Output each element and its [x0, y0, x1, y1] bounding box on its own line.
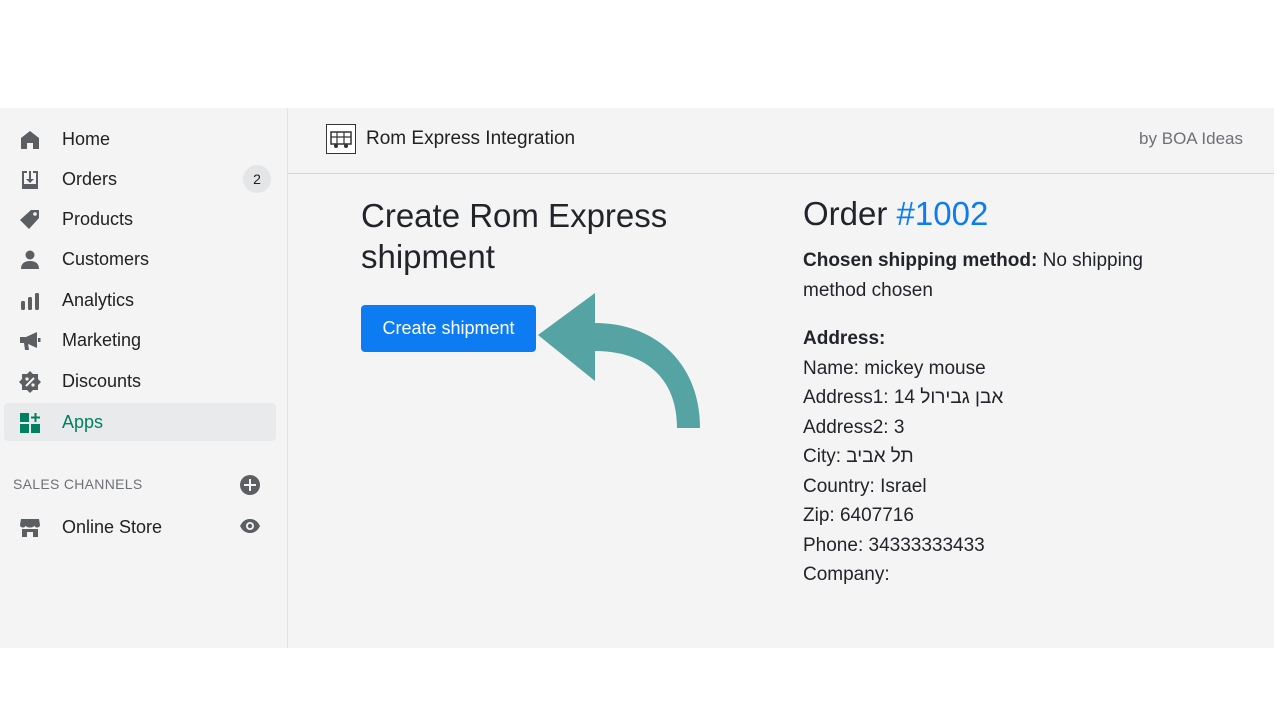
- address-line-address1: Address1: 14 אבן גבירול: [803, 387, 1004, 408]
- orders-icon: [22, 171, 38, 189]
- curved-arrow-icon: [538, 293, 700, 428]
- sidebar-item-online-store[interactable]: Online Store: [4, 508, 276, 546]
- address-line-country: Country: Israel: [803, 475, 927, 497]
- address-title: Address:: [803, 324, 1183, 354]
- tag-icon: [20, 210, 39, 229]
- page-heading: Create Rom Express shipment: [361, 197, 668, 275]
- order-title: Order #1002: [803, 195, 988, 233]
- address-line-zip: Zip: 6407716: [803, 505, 914, 526]
- sidebar-item-label: Marketing: [62, 330, 142, 350]
- create-shipment-button[interactable]: Create shipment: [361, 305, 536, 352]
- bar-chart-icon: [21, 293, 39, 310]
- order-number-link[interactable]: #1002: [897, 195, 989, 232]
- address-line-company: Company:: [803, 564, 890, 585]
- sidebar-item-orders[interactable]: Orders 2: [4, 160, 276, 198]
- sidebar-item-label: Home: [62, 129, 111, 149]
- sidebar-item-label: Apps: [62, 412, 104, 432]
- sidebar-item-discounts[interactable]: Discounts: [4, 362, 276, 400]
- order-details: Chosen shipping method: No shipping meth…: [803, 246, 1183, 590]
- sidebar-item-customers[interactable]: Customers: [4, 240, 276, 278]
- sidebar: Home Orders 2 Products Customers Analyti…: [0, 108, 288, 648]
- app-frame: Home Orders 2 Products Customers Analyti…: [0, 108, 1274, 648]
- address-line-name: Name: mickey mouse: [803, 357, 986, 379]
- address-line-address2: Address2: 3: [803, 416, 905, 438]
- order-prefix: Order: [803, 195, 888, 232]
- address-title-text: Address:: [803, 328, 886, 349]
- sidebar-item-label: Customers: [62, 249, 150, 269]
- app-author: by BOA Ideas: [1139, 129, 1243, 148]
- home-icon: [21, 131, 39, 149]
- app-header: Rom Express Integration by BOA Ideas: [288, 108, 1274, 174]
- person-icon: [21, 250, 39, 269]
- sidebar-item-label: Online Store: [62, 517, 163, 537]
- sidebar-item-label: Orders: [62, 169, 118, 189]
- sidebar-item-label: Analytics: [62, 290, 135, 310]
- sidebar-item-label: Discounts: [62, 371, 142, 391]
- store-icon: [20, 519, 40, 537]
- apps-icon: [20, 413, 40, 433]
- sidebar-item-marketing[interactable]: Marketing: [4, 321, 276, 359]
- sales-channels-title: SALES CHANNELS: [13, 476, 143, 492]
- orders-count-badge: 2: [243, 165, 271, 193]
- megaphone-icon: [20, 332, 41, 350]
- sidebar-item-home[interactable]: Home: [4, 120, 276, 158]
- address-line-city: City: תל אביב: [803, 446, 914, 467]
- sidebar-item-apps[interactable]: Apps: [4, 403, 276, 441]
- shipping-method-label: Chosen shipping method:: [803, 250, 1038, 271]
- eye-icon[interactable]: [239, 515, 261, 537]
- add-channel-icon[interactable]: [239, 474, 261, 496]
- truck-logo-icon: [326, 124, 356, 154]
- sidebar-item-analytics[interactable]: Analytics: [4, 281, 276, 319]
- sidebar-item-label: Products: [62, 209, 134, 229]
- app-title: Rom Express Integration: [366, 128, 576, 149]
- address-line-phone: Phone: 34333333433: [803, 534, 985, 556]
- shipping-method: Chosen shipping method: No shipping meth…: [803, 246, 1183, 305]
- sidebar-item-products[interactable]: Products: [4, 200, 276, 238]
- discount-icon: [19, 371, 41, 393]
